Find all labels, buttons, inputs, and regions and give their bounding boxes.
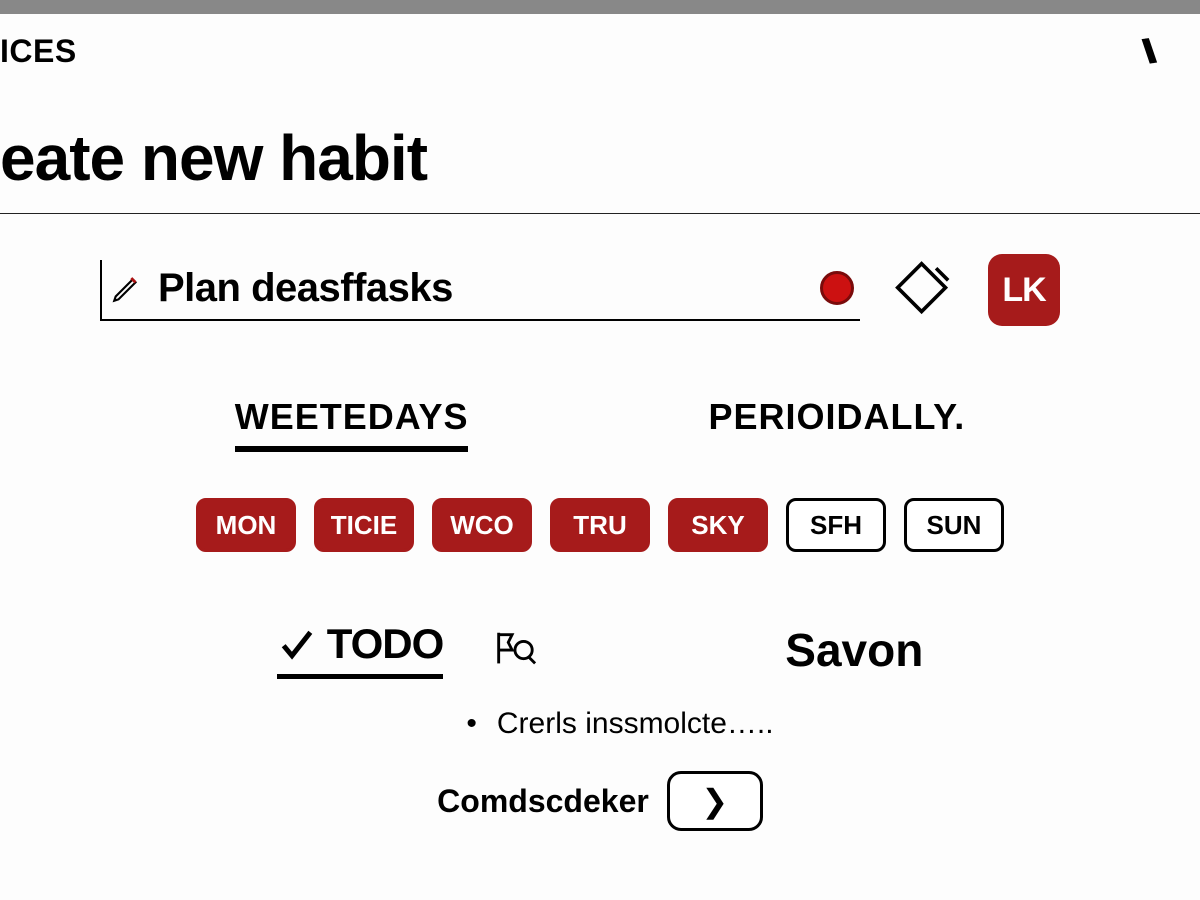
lightning-icon: ❯ (701, 782, 728, 820)
confirm-button[interactable]: LK (988, 254, 1060, 326)
color-indicator[interactable] (820, 271, 854, 305)
day-fri[interactable]: SKY (668, 498, 768, 552)
savon-label[interactable]: Savon (785, 623, 923, 677)
picker-button[interactable]: ❯ (667, 771, 763, 831)
schedule-tabs: WEETEDAYS PERIOIDALLY. (0, 326, 1200, 452)
diamond-icon (895, 261, 953, 319)
day-sun[interactable]: SUN (904, 498, 1004, 552)
tab-periodically[interactable]: PERIOIDALLY. (708, 396, 965, 452)
day-tue[interactable]: TICIE (314, 498, 414, 552)
picker-row: Comdscdeker ❯ (0, 741, 1200, 831)
tag-row: TODO Savon (0, 552, 1200, 679)
confirm-label: LK (1002, 271, 1045, 310)
check-icon (277, 624, 317, 664)
habit-name-field[interactable] (100, 260, 860, 321)
search-tag[interactable] (491, 627, 537, 673)
habit-name-input[interactable] (158, 266, 806, 311)
tab-weekdays[interactable]: WEETEDAYS (235, 396, 469, 452)
page-title: eate new habit (0, 71, 1200, 213)
day-sat[interactable]: SFH (786, 498, 886, 552)
window-top-strip (0, 0, 1200, 14)
habit-name-row: LK (0, 214, 1200, 326)
day-wed[interactable]: WCO (432, 498, 532, 552)
day-mon[interactable]: MON (196, 498, 296, 552)
icon-picker-button[interactable] (888, 254, 960, 326)
collapse-icon[interactable]: \\ (1141, 30, 1171, 72)
picker-label: Comdscdeker (437, 783, 649, 820)
search-flag-icon (491, 627, 537, 673)
header: ICES \\ (0, 14, 1200, 71)
todo-tag[interactable]: TODO (277, 620, 444, 679)
pencil-icon (110, 271, 144, 305)
todo-label: TODO (327, 620, 444, 668)
weekday-picker: MON TICIE WCO TRU SKY SFH SUN (0, 452, 1200, 552)
day-thu[interactable]: TRU (550, 498, 650, 552)
hint-text: Crerls inssmolcte….. (0, 679, 1200, 741)
breadcrumb[interactable]: ICES (0, 33, 77, 70)
